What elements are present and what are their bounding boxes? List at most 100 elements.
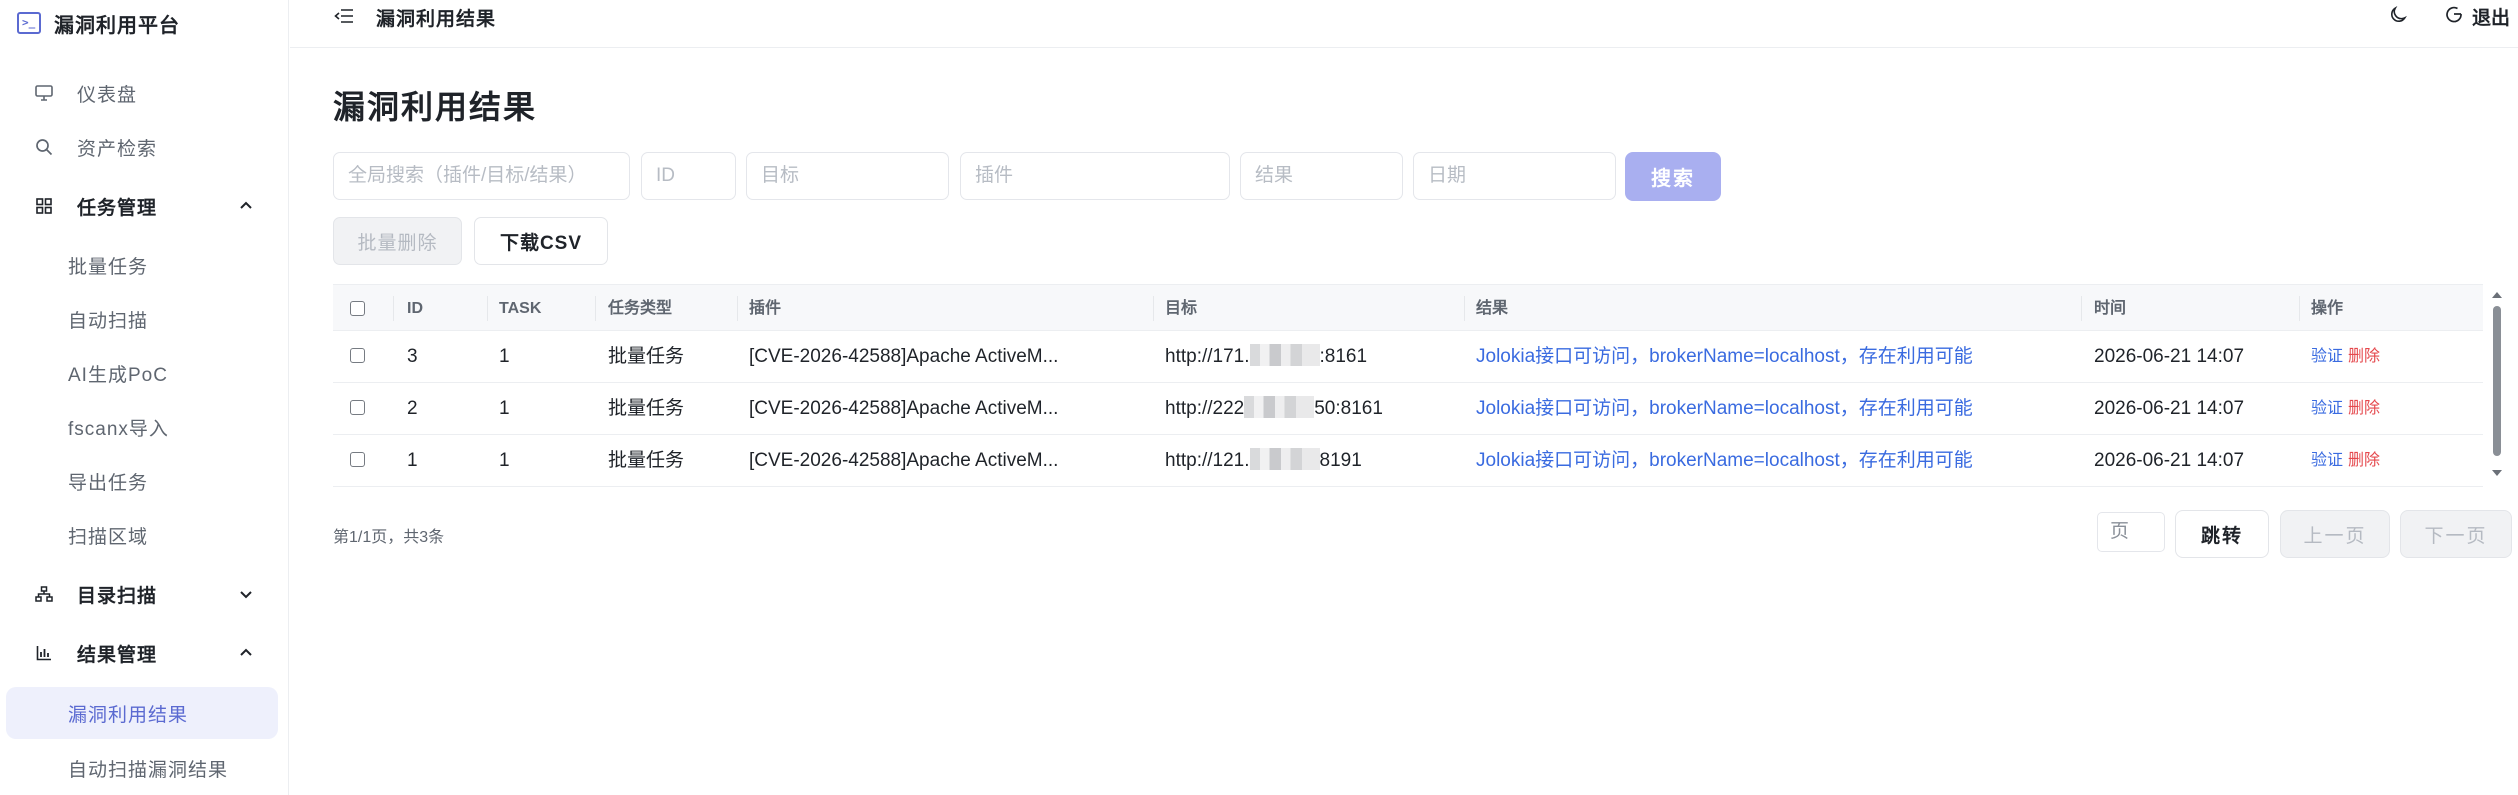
grid-icon [34,196,54,216]
column-header-task[interactable]: TASK [499,285,541,332]
table-header: ID TASK 任务类型 插件 目标 结果 时间 操作 [333,284,2483,331]
column-divider [595,296,596,321]
column-divider [737,296,738,321]
menu-fold-icon[interactable] [334,7,354,25]
cell-type: 批量任务 [608,450,685,471]
cell-task: 1 [499,346,510,367]
table-row[interactable]: 3 1 批量任务 [CVE-2026-42588]Apache ActiveM.… [333,331,2483,383]
sidebar-item-auto-scan[interactable]: 自动扫描 [0,292,289,346]
cell-target: http://171. :8161 [1165,331,1367,383]
chevron-down-icon [238,586,254,602]
sidebar-item-label: 自动扫描 [68,310,149,332]
global-search-input[interactable] [333,152,630,200]
plugin-filter-input[interactable] [960,152,1230,200]
sidebar-item-label: 扫描区域 [68,526,149,548]
bar-chart-icon [34,643,54,663]
sidebar-item-label: 资产检索 [77,138,158,160]
verify-link[interactable]: 验证 [2311,435,2343,487]
chevron-up-icon [238,645,254,661]
redacted-block [1249,344,1320,366]
sidebar-item-fscanx-import[interactable]: fscanx导入 [0,400,289,454]
logout-label: 退出 [2472,7,2511,29]
column-divider [1153,296,1154,321]
verify-link[interactable]: 验证 [2311,331,2343,383]
sidebar-item-scan-area[interactable]: 扫描区域 [0,508,289,562]
top-header: 漏洞利用结果 退出 [290,0,2518,48]
result-filter-input[interactable] [1240,152,1403,200]
cell-target: http://121. 8191 [1165,435,1362,487]
row-checkbox[interactable] [350,452,365,467]
cell-type: 批量任务 [608,398,685,419]
cell-plugin: [CVE-2026-42588]Apache ActiveM... [749,346,1059,367]
redacted-block [1244,396,1315,418]
page-title: 漏洞利用结果 [333,89,538,125]
table-scrollbar[interactable] [2488,284,2506,484]
column-header-target[interactable]: 目标 [1165,285,1197,332]
brand[interactable]: >_ 漏洞利用平台 [17,8,180,38]
sidebar-item-auto-scan-results[interactable]: 自动扫描漏洞结果 [0,741,289,795]
cell-result[interactable]: Jolokia接口可访问，brokerName=localhost，存在利用可能 [1476,435,1973,487]
pagination-info: 第1/1页，共3条 [333,529,445,546]
power-icon [2444,4,2464,29]
column-header-result[interactable]: 结果 [1476,285,1508,332]
sidebar-group-result-management[interactable]: 结果管理 [0,626,289,680]
cell-plugin: [CVE-2026-42588]Apache ActiveM... [749,450,1059,471]
delete-link[interactable]: 删除 [2348,383,2380,435]
table-row[interactable]: 1 1 批量任务 [CVE-2026-42588]Apache ActiveM.… [333,435,2483,487]
target-prefix: http://222 [1165,398,1245,419]
delete-link[interactable]: 删除 [2348,331,2380,383]
logout-button[interactable]: 退出 [2444,4,2511,29]
row-checkbox[interactable] [350,348,365,363]
sidebar-item-label: 结果管理 [77,644,158,666]
sidebar-group-task-management[interactable]: 任务管理 [0,179,289,233]
column-header-plugin[interactable]: 插件 [749,285,781,332]
target-filter-input[interactable] [746,152,949,200]
column-header-id[interactable]: ID [407,285,423,332]
sidebar-item-asset-search[interactable]: 资产检索 [0,120,289,174]
chevron-up-icon [238,198,254,214]
column-header-type[interactable]: 任务类型 [608,285,672,332]
column-header-actions: 操作 [2311,300,2344,317]
search-button[interactable]: 搜索 [1625,152,1721,201]
cell-result[interactable]: Jolokia接口可访问，brokerName=localhost，存在利用可能 [1476,383,1973,435]
sidebar-item-export-task[interactable]: 导出任务 [0,454,289,508]
column-divider [1464,296,1465,321]
id-filter-input[interactable] [641,152,736,200]
sidebar-group-dir-scan[interactable]: 目录扫描 [0,567,289,621]
sidebar-item-ai-poc[interactable]: AI生成PoC [0,346,289,400]
page-number-input[interactable] [2097,512,2165,552]
verify-link[interactable]: 验证 [2311,383,2343,435]
sidebar-item-exploit-results[interactable]: 漏洞利用结果 [6,687,278,739]
cell-id: 1 [407,450,418,471]
column-divider [487,296,488,321]
sidebar-item-label: fscanx导入 [68,418,169,440]
prev-page-button[interactable]: 上一页 [2280,510,2390,558]
select-all-checkbox[interactable] [350,301,365,316]
delete-link[interactable]: 删除 [2348,435,2380,487]
sidebar-item-label: 仪表盘 [77,84,138,106]
bulk-delete-button[interactable]: 批量删除 [333,217,462,265]
table-row[interactable]: 2 1 批量任务 [CVE-2026-42588]Apache ActiveM.… [333,383,2483,435]
jump-button[interactable]: 跳转 [2175,510,2269,558]
target-suffix: :8161 [1319,346,1368,367]
download-csv-button[interactable]: 下载CSV [474,217,608,265]
sidebar-item-label: 目录扫描 [77,585,158,607]
sidebar-item-batch-task[interactable]: 批量任务 [0,238,289,292]
column-divider [2299,296,2300,321]
cell-result[interactable]: Jolokia接口可访问，brokerName=localhost，存在利用可能 [1476,331,1973,383]
date-filter-input[interactable] [1413,152,1616,200]
sidebar-item-label: 任务管理 [77,197,158,219]
brand-title: 漏洞利用平台 [54,14,180,37]
column-divider [393,296,394,321]
redacted-block [1249,448,1320,470]
target-prefix: http://171. [1165,346,1250,367]
sidebar-item-dashboard[interactable]: 仪表盘 [0,66,289,120]
target-suffix: 50:8161 [1314,398,1383,419]
cell-plugin: [CVE-2026-42588]Apache ActiveM... [749,398,1059,419]
moon-icon[interactable] [2388,5,2408,25]
sidebar-item-label: 漏洞利用结果 [68,704,189,726]
header-title: 漏洞利用结果 [376,9,497,30]
next-page-button[interactable]: 下一页 [2400,510,2512,558]
row-checkbox[interactable] [350,400,365,415]
column-header-time[interactable]: 时间 [2094,285,2126,332]
